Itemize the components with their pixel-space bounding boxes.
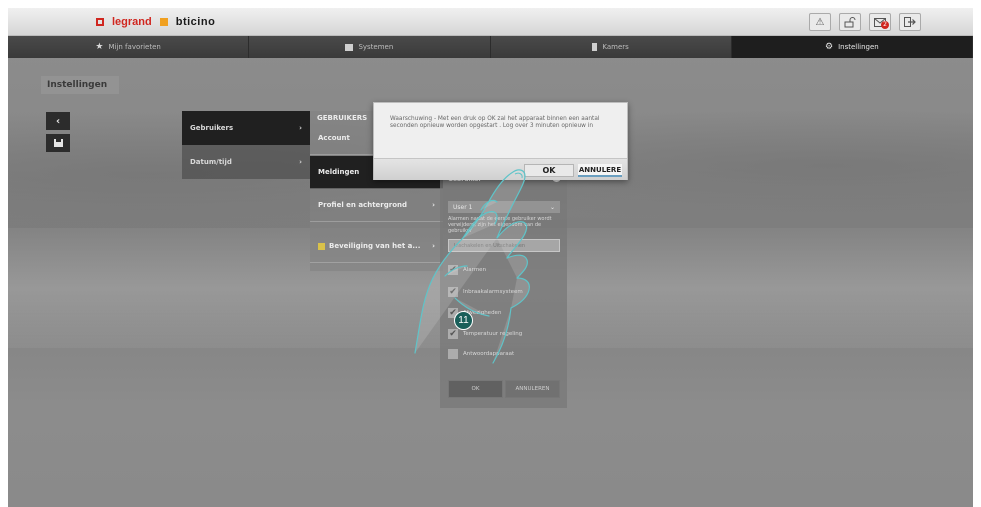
form-buttons: OK ANNULEREN [448,380,560,398]
tab-settings-label: Instellingen [838,43,879,51]
submenu-item-label: Meldingen [318,168,360,176]
back-button[interactable]: ‹ [46,112,70,130]
form-cancel-button[interactable]: ANNULEREN [505,380,560,398]
menu-item-label: Datum/tijd [190,158,232,166]
chevron-right-icon: › [299,124,302,132]
main-nav: ★ Mijn favorieten Systemen Kamers ⚙ Inst… [8,36,973,58]
tab-systems-label: Systemen [358,43,394,51]
tab-rooms-label: Kamers [602,43,629,51]
lock-open-icon[interactable] [839,13,861,31]
dialog-cancel-button[interactable]: ANNULERE [578,164,622,177]
menu-item-users[interactable]: Gebruikers › [182,111,310,145]
tab-settings[interactable]: ⚙ Instellingen [731,36,973,58]
save-icon [53,139,63,147]
tab-favorites[interactable]: ★ Mijn favorieten [8,36,250,58]
top-icons: ⚠ 2 [809,13,921,31]
legrand-logo-icon [96,18,104,26]
tab-favorites-label: Mijn favorieten [108,43,161,51]
top-bar: legrand bticino ⚠ 2 [8,8,973,36]
lock-icon [318,242,325,250]
messages-icon[interactable]: 2 [869,13,891,31]
app-screen: legrand bticino ⚠ 2 ★ Mijn favorieten Sy… [8,8,973,507]
tab-rooms[interactable]: Kamers [491,36,732,58]
star-icon: ★ [95,42,104,52]
save-button[interactable] [46,134,70,152]
chevron-right-icon: › [299,158,302,166]
gear-icon: ⚙ [825,42,834,52]
warning-icon[interactable]: ⚠ [809,13,831,31]
submenu-header: GEBRUIKERS [317,114,368,122]
chevron-left-icon: ‹ [55,115,61,127]
menu-item-datetime[interactable]: Datum/tijd › [182,145,310,179]
rooms-icon [592,43,598,51]
tab-systems[interactable]: Systemen [249,36,491,58]
form-ok-button[interactable]: OK [448,380,503,398]
bticino-logo-icon [159,18,168,26]
menu-item-label: Gebruikers [190,124,234,132]
message-count-badge: 2 [881,21,889,29]
step-badge: 11 [454,311,473,330]
systems-icon [345,43,354,51]
logout-icon[interactable] [899,13,921,31]
brand-logos: legrand bticino [96,15,215,29]
bticino-logo: bticino [175,16,216,28]
pointing-hand-icon [414,169,530,364]
legrand-logo: legrand [112,16,152,28]
dialog-message: Waarschuwing - Met een druk op OK zal he… [390,116,600,129]
page-title: Instellingen [41,76,119,94]
submenu-item-label: Account [318,134,350,142]
